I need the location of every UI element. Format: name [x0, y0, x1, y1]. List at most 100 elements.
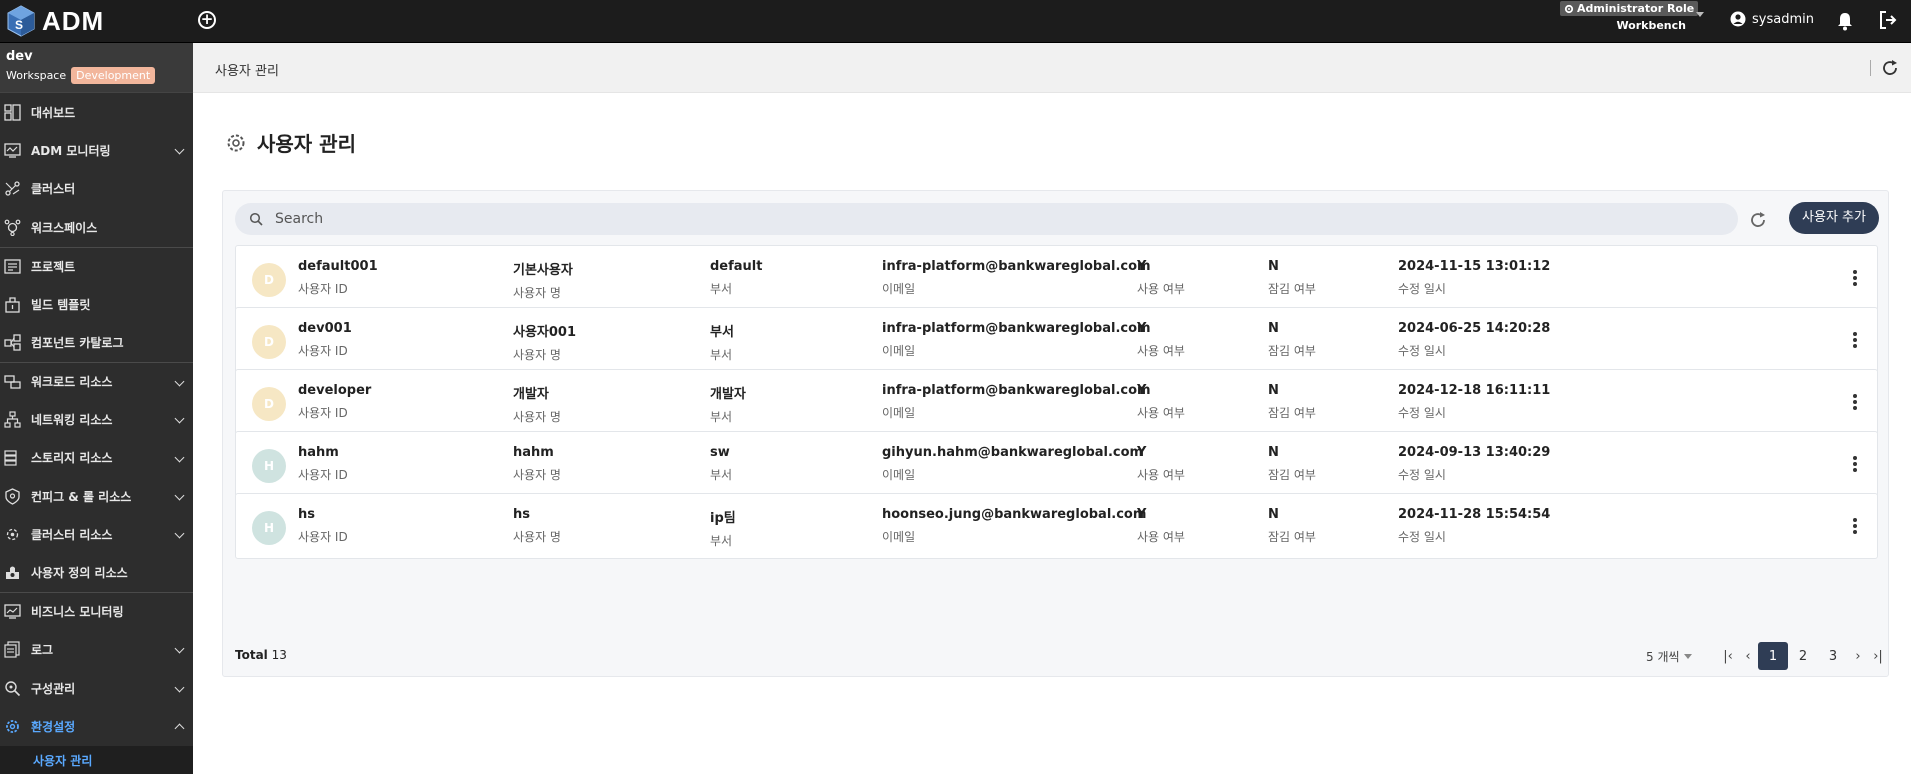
cell-value: hs — [298, 507, 315, 522]
search-bar[interactable] — [235, 203, 1738, 235]
sidebar-item-label: 컨피그 & 롤 리소스 — [31, 489, 132, 504]
add-user-button[interactable]: 사용자 추가 — [1789, 202, 1879, 234]
divider — [1870, 60, 1871, 76]
sidebar-item-workload[interactable]: 워크로드 리소스 — [0, 361, 193, 400]
sidebar-item-adm-monitoring[interactable]: ADM 모니터링 — [0, 131, 193, 169]
chevron-down-icon[interactable] — [174, 376, 185, 387]
table-row[interactable]: Hhahm 사용자 ID hahm 사용자 명 sw 부서 gihyun.hahm@bank… — [235, 431, 1878, 497]
cell-dept: 부서 부서 — [710, 321, 734, 363]
search-input[interactable] — [275, 211, 1628, 227]
workspace-panel[interactable]: dev Workspace Development — [0, 43, 193, 93]
cell-label: 잠김 여부 — [1268, 468, 1316, 482]
avatar: D — [252, 263, 286, 297]
breadcrumb[interactable]: 사용자 관리 — [215, 60, 279, 79]
sidebar-item-config-manage[interactable]: 구성관리 — [0, 669, 193, 707]
sidebar-item-label: 빌드 템플릿 — [31, 297, 91, 312]
sidebar-item-dashboard[interactable]: 대쉬보드 — [0, 93, 193, 131]
last-page-icon[interactable]: ›| — [1868, 642, 1888, 670]
cell-label: 부서 — [710, 410, 733, 424]
sidebar-item-networking[interactable]: 네트워킹 리소스 — [0, 400, 193, 438]
chevron-up-icon[interactable] — [174, 723, 185, 734]
next-page-icon[interactable]: › — [1848, 642, 1868, 670]
chevron-down-icon[interactable] — [174, 144, 185, 155]
cell-label: 부서 — [710, 282, 733, 296]
sidebar-item-label: 클러스터 — [31, 182, 76, 197]
more-options-icon[interactable] — [1853, 456, 1857, 472]
table-row[interactable]: Ddeveloper 사용자 ID 개발자 사용자 명 개발자 부서 infra-platf… — [235, 369, 1878, 435]
cell-email: gihyun.hahm@bankwareglobal.com 이메일 — [882, 445, 1143, 483]
cell-name: hs 사용자 명 — [513, 507, 561, 545]
cell-value: N — [1268, 445, 1279, 460]
cell-value: developer — [298, 383, 372, 398]
sidebar-item-component-catalog[interactable]: 컴포넌트 카탈로그 — [0, 323, 193, 361]
app-logo[interactable]: S ADM — [6, 4, 104, 38]
cell-lock: N 잠김 여부 — [1268, 445, 1316, 483]
sidebar-item-settings[interactable]: 환경설정 — [0, 707, 193, 745]
monitor-icon — [4, 143, 21, 158]
sidebar-item-cluster-resource[interactable]: 클러스터 리소스 — [0, 515, 193, 553]
cell-lock: N 잠김 여부 — [1268, 507, 1316, 545]
logout-icon[interactable] — [1878, 10, 1898, 30]
cell-id: default001 사용자 ID — [298, 259, 378, 297]
cell-label: 사용자 ID — [298, 282, 348, 296]
top-bar: S ADM + Administrator Role Workbench sys… — [0, 0, 1911, 43]
chevron-down-icon[interactable] — [174, 452, 185, 462]
add-icon[interactable]: + — [198, 11, 216, 29]
cell-label: 사용 여부 — [1137, 282, 1185, 296]
cell-value: gihyun.hahm@bankwareglobal.com — [882, 445, 1144, 460]
avatar: D — [252, 387, 286, 421]
more-options-icon[interactable] — [1853, 270, 1857, 286]
user-menu[interactable]: sysadmin — [1730, 11, 1814, 27]
role-selector[interactable]: Administrator Role Workbench — [1557, 0, 1699, 34]
chevron-down-icon[interactable] — [174, 490, 185, 501]
sidebar-item-storage[interactable]: 스토리지 리소스 — [0, 439, 193, 477]
cell-value: 2024-06-25 14:20:28 — [1398, 321, 1551, 336]
breadcrumb-bar: 사용자 관리 — [193, 43, 1911, 93]
per-page-select[interactable]: 5 개씩 — [1646, 648, 1692, 665]
page-button[interactable]: 3 — [1818, 642, 1848, 670]
cell-label: 사용 여부 — [1137, 468, 1185, 482]
cell-label: 수정 일시 — [1398, 406, 1446, 420]
table-row[interactable]: Ddev001 사용자 ID 사용자001 사용자 명 부서 부서 infra-platfo… — [235, 307, 1878, 373]
table-row[interactable]: Ddefault001 사용자 ID 기본사용자 사용자 명 default 부서 infr… — [235, 245, 1878, 311]
sidebar-item-workspace[interactable]: 워크스페이스 — [0, 208, 193, 246]
sidebar-item-build-template[interactable]: 빌드 템플릿 — [0, 285, 193, 323]
role-pill: Administrator Role — [1560, 1, 1699, 16]
bell-icon[interactable] — [1836, 11, 1854, 31]
page-button[interactable]: 1 — [1758, 642, 1788, 670]
sidebar-item-business-monitoring[interactable]: 비즈니스 모니터링 — [0, 592, 193, 630]
refresh-icon[interactable] — [1881, 59, 1899, 77]
cell-value: Y — [1137, 259, 1147, 274]
more-options-icon[interactable] — [1853, 518, 1857, 534]
sidebar-item-cluster[interactable]: 클러스터 — [0, 170, 193, 208]
chevron-down-icon[interactable] — [174, 528, 185, 539]
first-page-icon[interactable]: |‹ — [1718, 642, 1738, 670]
page-button[interactable]: 2 — [1788, 642, 1818, 670]
per-page-value: 5 개씩 — [1646, 650, 1680, 664]
cell-id: hahm 사용자 ID — [298, 445, 348, 483]
role-caret-icon[interactable] — [1696, 12, 1704, 17]
sidebar-subitem-user-management[interactable]: 사용자 관리 — [0, 745, 193, 774]
cell-value: hahm — [298, 445, 339, 460]
cell-value: N — [1268, 383, 1279, 398]
chevron-down-icon[interactable] — [174, 682, 185, 693]
cell-label: 이메일 — [882, 406, 916, 420]
cell-label: 사용자 ID — [298, 468, 348, 482]
sidebar-item-project[interactable]: 프로젝트 — [0, 246, 193, 285]
more-options-icon[interactable] — [1853, 332, 1857, 348]
cell-label: 이메일 — [882, 468, 916, 482]
sidebar-item-config-role[interactable]: 컨피그 & 롤 리소스 — [0, 477, 193, 515]
total-label: Total — [235, 648, 268, 662]
chevron-down-icon[interactable] — [174, 644, 185, 654]
chevron-down-icon[interactable] — [174, 413, 185, 424]
refresh-icon[interactable] — [1749, 211, 1767, 229]
cell-value: 사용자001 — [513, 325, 577, 340]
cell-label: 부서 — [710, 534, 733, 548]
network-icon — [4, 411, 21, 428]
dashboard-icon — [4, 104, 21, 121]
more-options-icon[interactable] — [1853, 394, 1857, 410]
sidebar-item-custom-resource[interactable]: 사용자 정의 리소스 — [0, 554, 193, 592]
prev-page-icon[interactable]: ‹ — [1738, 642, 1758, 670]
table-row[interactable]: Hhs 사용자 ID hs 사용자 명 ip팀 부서 hoonseo.jung@bankwa… — [235, 493, 1878, 559]
sidebar-item-log[interactable]: 로그 — [0, 630, 193, 668]
